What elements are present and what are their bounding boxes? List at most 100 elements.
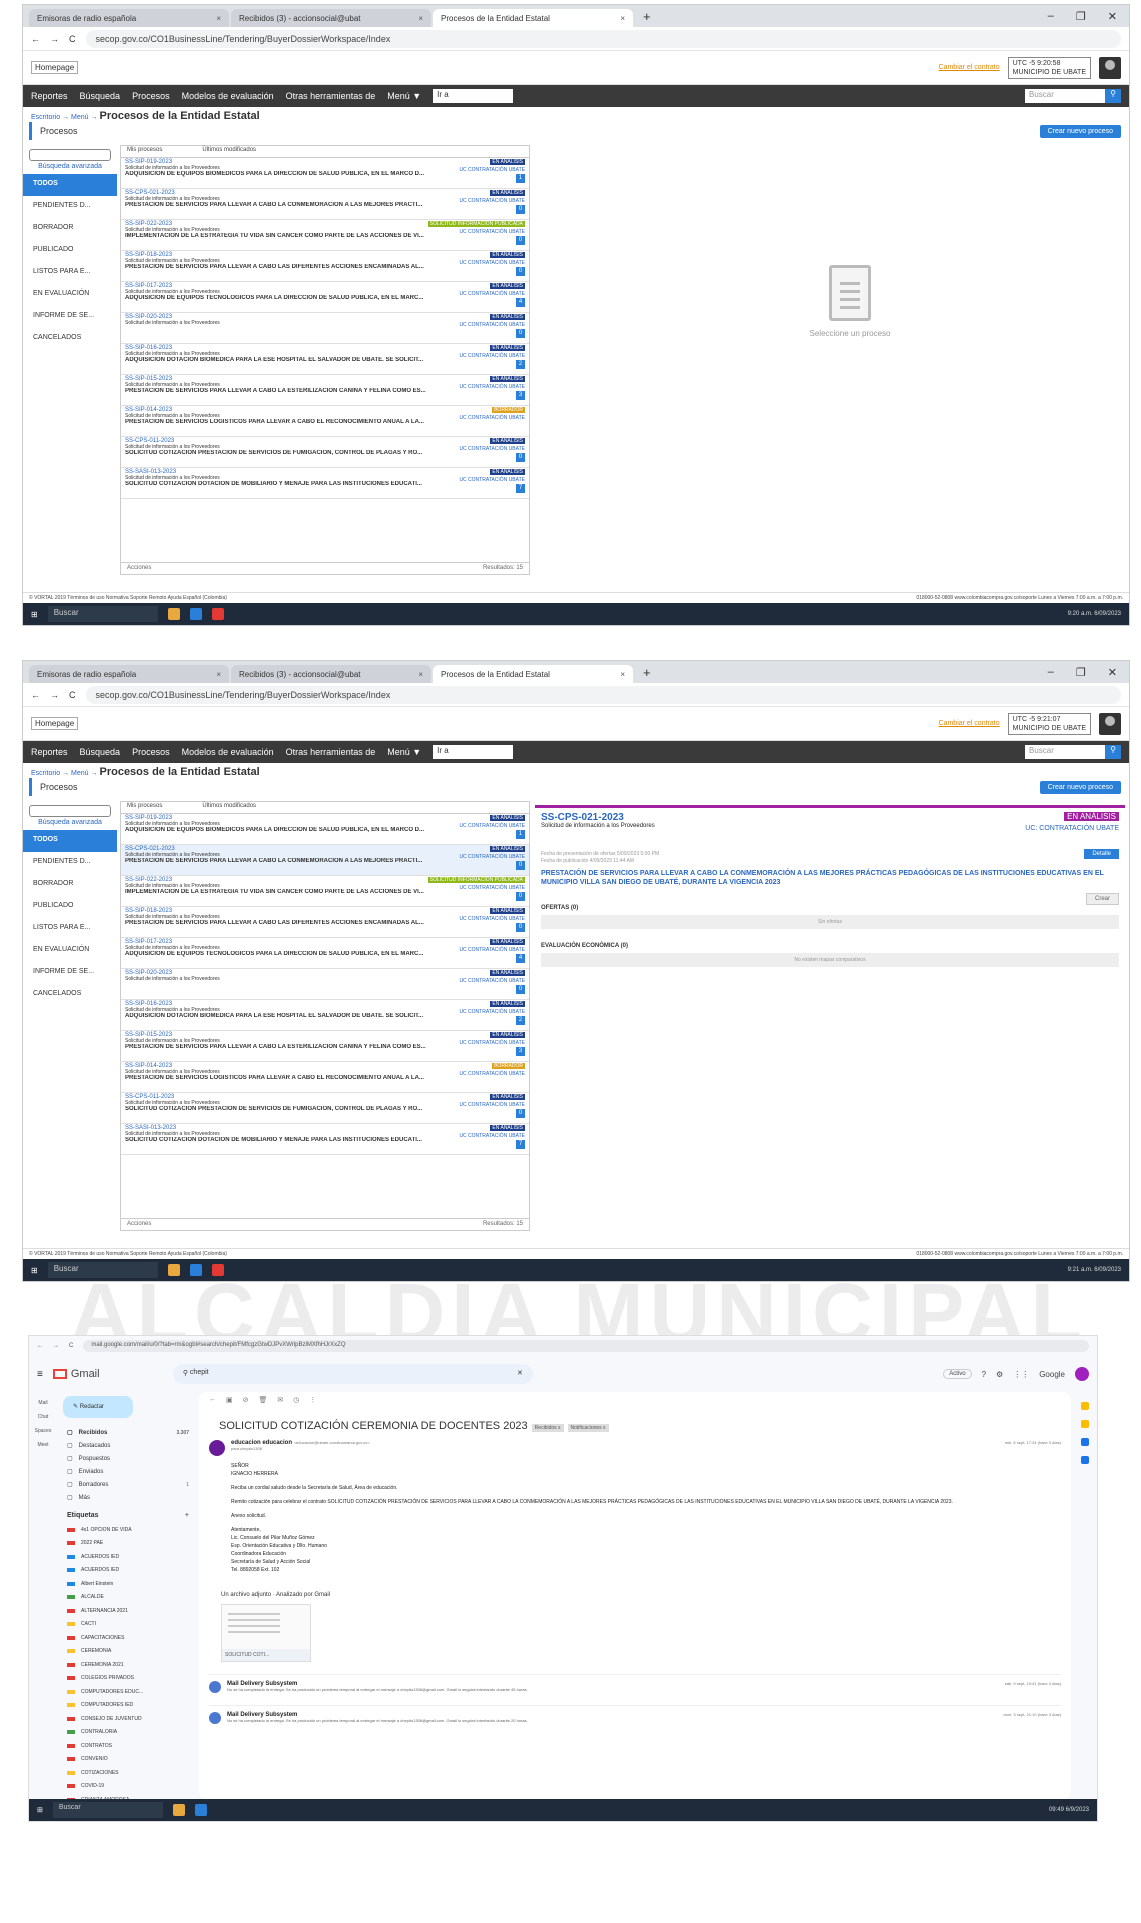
folder-item[interactable]: ▢ Enviados <box>59 1465 197 1478</box>
my-processes-filter[interactable]: Mis procesos <box>127 147 162 156</box>
delete-icon[interactable]: 🗑 <box>259 1396 268 1410</box>
label-item[interactable]: COMPUTADORES EDUC... <box>59 1685 197 1699</box>
taskbar-search[interactable]: Buscar <box>52 1802 163 1818</box>
attachment-thumbnail[interactable]: SOLICITUD COTI... <box>221 1604 311 1662</box>
close-icon[interactable]: × <box>216 14 221 23</box>
close-icon[interactable]: × <box>620 14 625 23</box>
list-item[interactable]: SS-SIP-017-2023 Solicitud de información … <box>121 282 529 313</box>
uc-link[interactable]: UC CONTRATACIÓN UBATE <box>459 229 525 235</box>
mark-unread-icon[interactable]: ✉ <box>277 1396 283 1410</box>
avatar[interactable] <box>1099 56 1121 79</box>
reload-icon[interactable]: C <box>69 34 76 44</box>
list-item[interactable]: SS-SIP-014-2023 Solicitud de información … <box>121 1062 529 1093</box>
sort-filter[interactable]: Últimos modificados <box>202 803 256 812</box>
nav-otras[interactable]: Otras herramientas de <box>286 747 376 757</box>
list-item[interactable]: SS-SIP-017-2023 Solicitud de información … <box>121 938 529 969</box>
browser-tab[interactable]: Emisoras de radio española × <box>29 9 229 27</box>
breadcrumb-links[interactable]: Escritorio → Menú → <box>31 114 98 121</box>
list-item[interactable]: SS-SASI-013-2023 Solicitud de información… <box>121 1124 529 1155</box>
uc-link[interactable]: UC CONTRATACIÓN UBATE <box>459 167 525 173</box>
maximize-icon[interactable]: ❐ <box>1076 666 1086 679</box>
add-label-icon[interactable]: + <box>185 1512 189 1519</box>
create-process-button[interactable]: Crear nuevo proceso <box>1039 124 1121 138</box>
nav-menu[interactable]: Menú ▼ <box>387 91 421 101</box>
label-item[interactable]: COMPUTADORES IED <box>59 1699 197 1713</box>
close-icon[interactable]: × <box>620 670 625 679</box>
detail-uc[interactable]: UC: CONTRATACIÓN UBATE <box>1025 825 1119 832</box>
list-item[interactable]: SS-SIP-015-2023 Solicitud de información … <box>121 1031 529 1062</box>
url-field[interactable]: secop.gov.co/CO1BusinessLine/Tendering/B… <box>85 685 1121 704</box>
rail-spaces[interactable]: Spaces <box>29 1428 57 1434</box>
label-item[interactable]: CEREMONIA 2021 <box>59 1658 197 1672</box>
sidebar-item-todos[interactable]: TODOS <box>23 830 117 852</box>
sidebar-item[interactable]: LISTOS PARA E... <box>23 918 117 940</box>
thread-message[interactable]: Mail Delivery Subsystem No se ha completa… <box>209 1705 1061 1724</box>
list-item[interactable]: SS-SIP-018-2023 Solicitud de información … <box>121 907 529 938</box>
windows-icon[interactable]: ⊞ <box>37 1806 43 1814</box>
detail-code[interactable]: SS-CPS-021-2023 <box>541 812 1119 823</box>
sort-filter[interactable]: Últimos modificados <box>202 147 256 156</box>
explorer-icon[interactable] <box>167 608 180 620</box>
reload-icon[interactable]: C <box>69 1343 73 1349</box>
more-icon[interactable]: ⋮ <box>309 1396 316 1410</box>
list-item[interactable]: SS-SIP-016-2023 Solicitud de información … <box>121 344 529 375</box>
back-icon[interactable]: ← <box>37 1343 43 1349</box>
nav-modelos[interactable]: Modelos de evaluación <box>182 91 274 101</box>
sidebar-item[interactable]: CANCELADOS <box>23 328 117 350</box>
cambiar-link[interactable]: Cambiar el contrato <box>939 64 1000 71</box>
contacts-icon[interactable] <box>1081 1456 1089 1464</box>
uc-link[interactable]: UC CONTRATACIÓN UBATE <box>459 916 525 922</box>
explorer-icon[interactable] <box>167 1264 180 1276</box>
sidebar-item[interactable]: BORRADOR <box>23 218 117 240</box>
list-item[interactable]: SS-CPS-011-2023 Solicitud de información … <box>121 437 529 468</box>
rail-chat[interactable]: Chat <box>29 1414 57 1420</box>
uc-link[interactable]: UC CONTRATACIÓN UBATE <box>459 446 525 452</box>
uc-link[interactable]: UC CONTRATACIÓN UBATE <box>459 291 525 297</box>
list-item[interactable]: SS-SIP-014-2023 Solicitud de información … <box>121 406 529 437</box>
uc-link[interactable]: UC CONTRATACIÓN UBATE <box>459 353 525 359</box>
uc-link[interactable]: UC CONTRATACIÓN UBATE <box>459 415 525 421</box>
uc-link[interactable]: UC CONTRATACIÓN UBATE <box>459 477 525 483</box>
crear-dropdown[interactable]: Crear <box>1085 893 1119 905</box>
sidebar-search-input[interactable] <box>29 149 111 161</box>
chrome-icon[interactable] <box>211 1264 224 1276</box>
close-window-icon[interactable]: ✕ <box>1108 10 1117 23</box>
back-icon[interactable]: ← <box>31 690 40 700</box>
uc-link[interactable]: UC CONTRATACIÓN UBATE <box>459 260 525 266</box>
minimize-icon[interactable]: – <box>1048 10 1054 23</box>
label-item[interactable]: ACUERDOS IED <box>59 1564 197 1578</box>
sidebar-item[interactable]: PUBLICADO <box>23 240 117 262</box>
windows-icon[interactable]: ⊞ <box>31 610 38 619</box>
goto-select[interactable]: Ir a <box>433 89 514 103</box>
status-dropdown[interactable]: Activo <box>943 1369 972 1379</box>
help-icon[interactable]: ? <box>982 1370 986 1379</box>
label-item[interactable]: CONTRATOS <box>59 1739 197 1753</box>
list-item[interactable]: SS-SIP-020-2023 Solicitud de información … <box>121 969 529 1000</box>
url-field[interactable]: mail.google.com/mail/u/0/?tab=rm&ogbl#se… <box>83 1340 1089 1352</box>
label-item[interactable]: CACTI <box>59 1618 197 1632</box>
windows-icon[interactable]: ⊞ <box>31 1266 38 1275</box>
label-item[interactable]: CONVENIO <box>59 1753 197 1767</box>
sidebar-item[interactable]: PUBLICADO <box>23 896 117 918</box>
cambiar-link[interactable]: Cambiar el contrato <box>939 720 1000 727</box>
menu-icon[interactable]: ≡ <box>37 1369 43 1380</box>
account-avatar[interactable] <box>1075 1367 1089 1381</box>
compose-button[interactable]: ✎ Redactar <box>63 1396 133 1418</box>
nav-otras[interactable]: Otras herramientas de <box>286 91 376 101</box>
url-field[interactable]: secop.gov.co/CO1BusinessLine/Tendering/B… <box>85 29 1121 48</box>
label-item[interactable]: CONSEJO DE JUVENTUD <box>59 1712 197 1726</box>
label-item[interactable]: COLEGIOS PRIVADOS <box>59 1672 197 1686</box>
mail-search-input[interactable]: ⚲ chepit ✕ <box>172 1364 533 1384</box>
label-tag[interactable]: Recibidos x <box>531 1424 564 1432</box>
nav-busqueda[interactable]: Búsqueda <box>80 91 121 101</box>
label-item[interactable]: COVID-19 <box>59 1780 197 1794</box>
uc-link[interactable]: UC CONTRATACIÓN UBATE <box>459 1133 525 1139</box>
forward-icon[interactable]: → <box>50 34 59 44</box>
browser-tab[interactable]: Recibidos (3) - accionsocial@ubat × <box>231 665 431 683</box>
search-icon[interactable]: ⚲ <box>1105 745 1121 759</box>
uc-link[interactable]: UC CONTRATACIÓN UBATE <box>459 322 525 328</box>
label-item[interactable]: CAPACITACIONES <box>59 1631 197 1645</box>
list-item[interactable]: SS-SIP-016-2023 Solicitud de información … <box>121 1000 529 1031</box>
goto-select[interactable]: Ir a <box>433 745 514 759</box>
nav-reportes[interactable]: Reportes <box>31 91 68 101</box>
